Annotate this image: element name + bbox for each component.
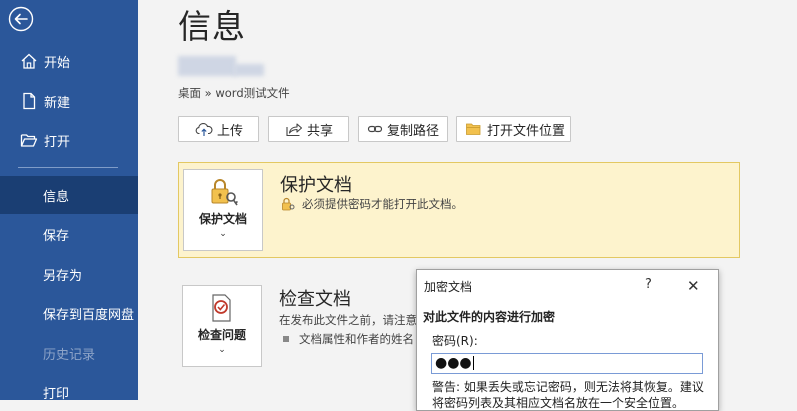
open-folder-icon — [20, 134, 38, 147]
protect-document-button[interactable]: 保护文档 ⌄ — [183, 169, 263, 251]
dialog-subtitle: 对此文件的内容进行加密 — [423, 310, 556, 324]
share-label: 共享 — [307, 123, 334, 139]
text-cursor — [472, 356, 474, 370]
chevron-down-icon: ⌄ — [219, 229, 227, 239]
sidebar-item-save-to-baidu[interactable]: 保存到百度网盘 — [0, 294, 138, 332]
password-label: 密码(R): — [432, 334, 478, 348]
backstage-sidebar: 开始 新建 打开 信息 保存 另存为 保存到百度网盘 历史记录 打印 — [0, 0, 138, 402]
sidebar-item-label: 信息 — [43, 189, 70, 205]
folder-icon — [466, 123, 481, 135]
close-icon[interactable]: ✕ — [687, 277, 700, 295]
sidebar-item-label: 打印 — [43, 386, 70, 402]
password-input[interactable]: ●●● — [431, 353, 703, 374]
sidebar-item-label: 另存为 — [43, 268, 83, 284]
sidebar-item-save-as[interactable]: 另存为 — [0, 255, 138, 293]
sidebar-item-new[interactable]: 新建 — [0, 82, 138, 120]
check-issues-button[interactable]: 检查问题 ⌄ — [182, 285, 262, 367]
password-warning: 警告: 如果丢失或忘记密码，则无法将其恢复。建议将密码列表及其相应文档名放在一个… — [432, 380, 704, 410]
upload-label: 上传 — [217, 123, 244, 139]
cloud-upload-icon — [195, 123, 213, 136]
inspect-document-title: 检查文档 — [279, 289, 351, 310]
sidebar-item-print[interactable]: 打印 — [0, 373, 138, 411]
sidebar-divider — [18, 167, 118, 168]
small-lock-icon — [282, 197, 295, 211]
copy-path-label: 复制路径 — [387, 123, 440, 139]
inspect-bullet-text: 文档属性和作者的姓名 — [299, 332, 414, 346]
check-issues-button-label: 检查问题 — [197, 328, 246, 342]
back-button[interactable] — [8, 6, 34, 32]
inspect-document-bullet: 文档属性和作者的姓名 — [283, 331, 414, 347]
inspect-document-description: 在发布此文件之前，请注意 — [279, 313, 417, 327]
share-icon — [286, 123, 303, 137]
sidebar-item-label: 开始 — [44, 55, 71, 71]
bullet-square-icon — [283, 336, 289, 342]
protect-document-title: 保护文档 — [280, 175, 352, 196]
upload-button[interactable]: 上传 — [178, 116, 259, 142]
open-file-location-button[interactable]: 打开文件位置 — [456, 116, 571, 142]
protect-document-text: 必须提供密码才能打开此文档。 — [302, 197, 463, 211]
page-title: 信息 — [178, 7, 246, 46]
home-icon — [21, 53, 37, 69]
password-value: ●●● — [435, 355, 472, 371]
sidebar-item-home[interactable]: 开始 — [0, 42, 138, 80]
sidebar-item-info[interactable]: 信息 — [0, 176, 138, 214]
back-arrow-icon — [8, 6, 34, 32]
link-icon — [367, 125, 383, 133]
sidebar-item-label: 新建 — [44, 95, 71, 111]
blurred-document-name — [178, 56, 266, 78]
encrypt-document-dialog: 加密文档 ? ✕ 对此文件的内容进行加密 密码(R): ●●● 警告: 如果丢失… — [416, 269, 719, 411]
sidebar-item-label: 保存到百度网盘 — [43, 307, 135, 323]
inspect-document-icon — [212, 294, 231, 322]
sidebar-item-save[interactable]: 保存 — [0, 215, 138, 253]
sidebar-item-label: 打开 — [44, 134, 71, 150]
help-button[interactable]: ? — [645, 277, 652, 292]
dialog-title: 加密文档 — [424, 280, 473, 294]
protect-document-button-label: 保护文档 — [198, 212, 247, 226]
lock-key-icon — [211, 179, 238, 206]
sidebar-item-history: 历史记录 — [0, 334, 138, 372]
share-button[interactable]: 共享 — [268, 116, 349, 142]
copy-path-button[interactable]: 复制路径 — [358, 116, 448, 142]
chevron-down-icon: ⌄ — [218, 345, 226, 355]
sidebar-item-open[interactable]: 打开 — [0, 121, 138, 159]
open-location-label: 打开文件位置 — [487, 123, 566, 139]
protect-document-status: 必须提供密码才能打开此文档。 — [280, 196, 463, 212]
protect-document-panel: 保护文档 ⌄ 保护文档 必须提供密码才能打开此文档。 — [178, 162, 740, 258]
new-document-icon — [23, 92, 36, 110]
sidebar-item-label: 历史记录 — [43, 347, 96, 363]
sidebar-item-label: 保存 — [43, 228, 70, 244]
document-path: 桌面 » word测试文件 — [178, 86, 290, 100]
